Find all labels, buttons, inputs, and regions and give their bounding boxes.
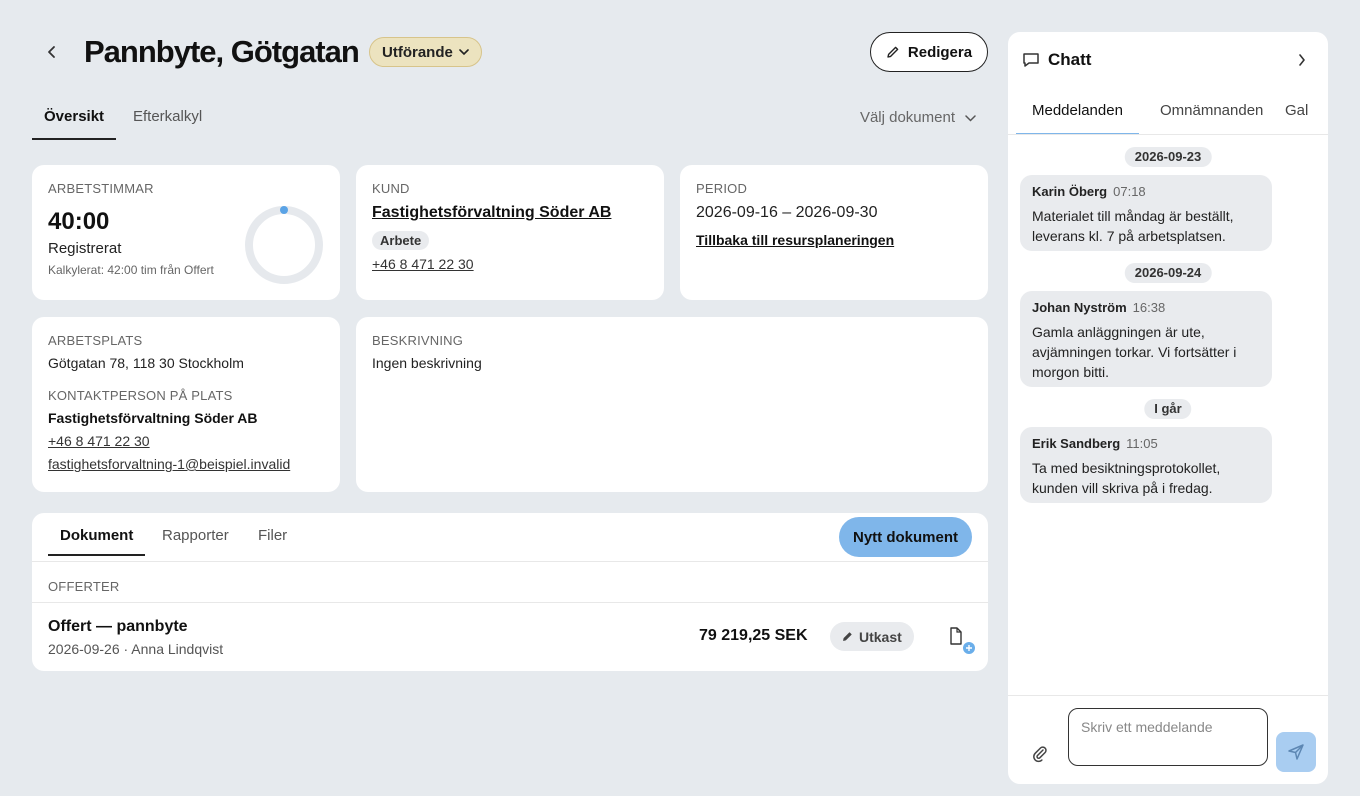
message-text: Materialet till måndag är beställt, leve… (1032, 208, 1234, 244)
main-tabs: Översikt Efterkalkyl Välj dokument (32, 98, 988, 140)
collapse-chat-button[interactable] (1290, 48, 1314, 72)
period-card: PERIOD 2026-09-16 – 2026-09-30 Tillbaka … (680, 165, 988, 300)
resource-planning-link[interactable]: Tillbaka till resursplaneringen (696, 232, 972, 248)
back-button[interactable] (40, 40, 64, 64)
pencil-icon (843, 632, 852, 641)
divider (32, 561, 988, 562)
contact-phone-link[interactable]: +46 8 471 22 30 (48, 433, 324, 449)
chat-tab-gallery[interactable]: Gal (1269, 88, 1324, 134)
workplace-card: ARBETSPLATS Götgatan 78, 118 30 Stockhol… (32, 317, 340, 492)
new-document-button[interactable]: Nytt dokument (839, 517, 972, 557)
send-icon (1288, 744, 1304, 760)
contact-label: KONTAKTPERSON PÅ PLATS (48, 388, 233, 403)
status-label: Utförande (382, 43, 453, 61)
message-text: Gamla anläggningen är ute, avjämningen t… (1032, 324, 1237, 380)
document-select-label: Välj dokument (859, 109, 955, 126)
tab-oversikt[interactable]: Översikt (32, 98, 117, 140)
page-title: Pannbyte, Götgatan (84, 34, 360, 69)
hours-progress-ring (245, 206, 323, 284)
send-button[interactable] (1276, 732, 1316, 772)
chevron-down-icon (965, 114, 976, 122)
chat-message: Karin Öberg 07:18 Materialet till måndag … (1020, 175, 1272, 251)
paperclip-icon (1033, 746, 1047, 763)
contact-name: Fastighetsförvaltning Söder AB (48, 410, 258, 426)
message-time: 07:18 (1113, 184, 1146, 199)
message-author: Erik Sandberg (1032, 436, 1121, 451)
date-separator: I går (1144, 399, 1192, 419)
chat-header: Chatt (1008, 32, 1328, 88)
chevron-right-icon (1299, 54, 1305, 66)
document-select[interactable]: Välj dokument (860, 98, 976, 138)
chat-message: Erik Sandberg 11:05 Ta med besiktningspro… (1020, 427, 1272, 503)
period-range: 2026-09-16 – 2026-09-30 (696, 204, 878, 221)
edit-button[interactable]: Redigera (870, 32, 988, 72)
message-author: Johan Nyström (1032, 300, 1127, 315)
documents-panel: Dokument Rapporter Filer Nytt dokument O… (32, 513, 988, 671)
chat-tab-messages[interactable]: Meddelanden (1016, 88, 1139, 134)
chevron-left-icon (48, 46, 55, 58)
description-card: BESKRIVNING Ingen beskrivning (356, 317, 988, 492)
document-add-button[interactable] (946, 625, 976, 655)
document-icon (950, 627, 975, 654)
message-author: Karin Öberg (1032, 184, 1108, 199)
offer-status-badge: Utkast (830, 622, 914, 651)
offers-section-label: OFFERTER (48, 579, 120, 594)
customer-type-badge: Arbete (372, 231, 430, 250)
description-text: Ingen beskrivning (372, 355, 482, 371)
attach-button[interactable] (1028, 742, 1052, 766)
chat-bubble-icon (1023, 53, 1039, 67)
tab-filer[interactable]: Filer (246, 513, 299, 556)
offer-amount: 79 219,25 SEK (699, 627, 808, 644)
chat-panel: Chatt Meddelanden Omnämnanden Gal 2026-0… (1008, 32, 1328, 784)
progress-dot (280, 206, 288, 214)
description-label: BESKRIVNING (372, 333, 464, 348)
message-time: 11:05 (1126, 436, 1158, 451)
workplace-label: ARBETSPLATS (48, 333, 143, 348)
workplace-address: Götgatan 78, 118 30 Stockholm (48, 355, 244, 371)
offer-title: Offert — pannbyte (48, 618, 188, 635)
message-time: 16:38 (1132, 300, 1166, 315)
status-dropdown[interactable]: Utförande (369, 37, 482, 67)
offer-row[interactable]: Offert — pannbyte 2026-09-26 · Anna Lind… (48, 618, 223, 657)
work-hours-label: ARBETSTIMMAR (48, 181, 154, 196)
offer-meta: 2026-09-26 · Anna Lindqvist (48, 641, 224, 657)
tab-dokument[interactable]: Dokument (48, 513, 146, 556)
customer-name-link[interactable]: Fastighetsförvaltning Söder AB (372, 204, 648, 222)
tab-rapporter[interactable]: Rapporter (150, 513, 241, 556)
work-hours-card: ARBETSTIMMAR 40:00 Registrerat Kalkylera… (32, 165, 340, 300)
divider (32, 602, 988, 603)
pencil-icon (887, 46, 899, 58)
chat-composer (1008, 695, 1328, 784)
customer-phone-link[interactable]: +46 8 471 22 30 (372, 256, 648, 272)
offer-status-label: Utkast (859, 628, 902, 645)
customer-label: KUND (372, 181, 410, 196)
period-label: PERIOD (696, 181, 748, 196)
date-separator: 2026-09-24 (1124, 263, 1212, 283)
chat-tabs: Meddelanden Omnämnanden Gal (1008, 88, 1328, 135)
tab-efterkalkyl[interactable]: Efterkalkyl (121, 98, 214, 140)
chat-message: Johan Nyström 16:38 Gamla anläggningen är… (1020, 291, 1272, 387)
contact-email-link[interactable]: fastighetsforvaltning-1@beispiel.invalid (48, 456, 324, 472)
chat-title: Chatt (1048, 50, 1092, 69)
message-text: Ta med besiktningsprotokollet, kunden vi… (1032, 460, 1221, 496)
edit-label: Redigera (907, 43, 973, 61)
chevron-down-icon (459, 48, 469, 55)
date-separator: 2026-09-23 (1124, 147, 1212, 167)
chat-tab-mentions[interactable]: Omnämnanden (1144, 88, 1279, 134)
message-input[interactable] (1068, 708, 1268, 766)
customer-card: KUND Fastighetsförvaltning Söder AB Arbe… (356, 165, 664, 300)
